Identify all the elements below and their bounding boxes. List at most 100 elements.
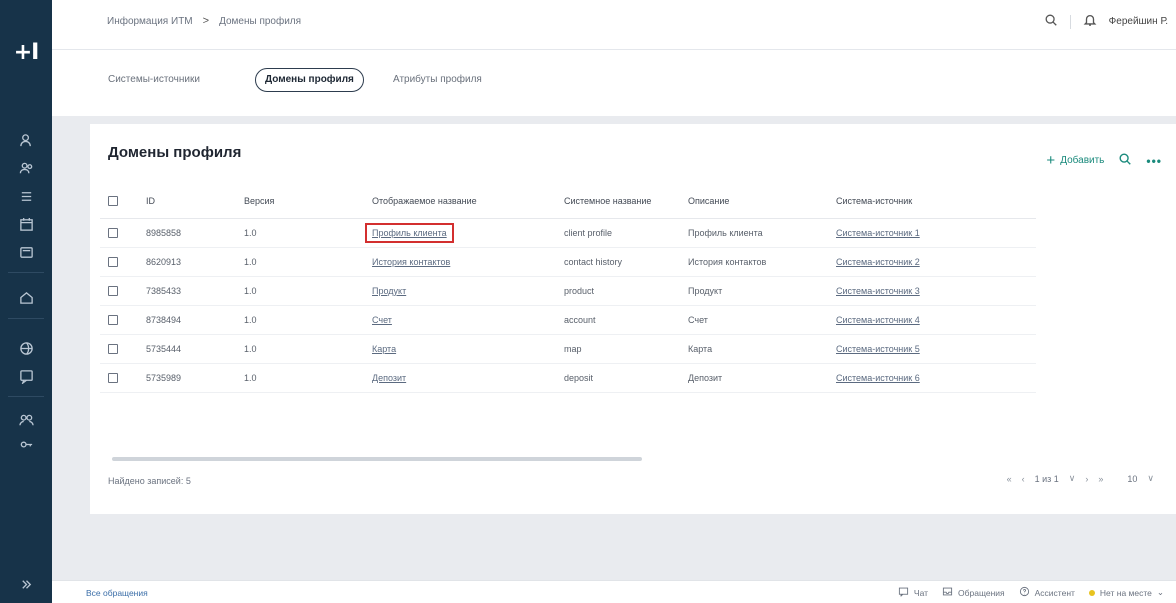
table-row[interactable]: 8620913 1.0 История контактов contact hi… xyxy=(100,247,1036,277)
source-system-link[interactable]: Система-источник 2 xyxy=(836,257,920,267)
cell-description: Карта xyxy=(688,334,836,364)
row-checkbox[interactable] xyxy=(108,372,118,383)
prev-page-button[interactable]: ‹ xyxy=(1022,474,1025,484)
pagination: « ‹ 1 из 1 ∨ › » 10 ∨ xyxy=(1007,473,1154,484)
top-bar: Информация ИТМ > Домены профиля Ферейшин… xyxy=(52,0,1176,50)
select-all-checkbox[interactable] xyxy=(108,196,118,207)
column-header-display-name[interactable]: Отображаемое название xyxy=(372,184,564,219)
chat-label: Чат xyxy=(913,587,929,598)
plus-icon: + xyxy=(1046,151,1056,169)
cell-description: Продукт xyxy=(688,276,836,306)
assistant-item[interactable]: Ассистент xyxy=(1019,586,1075,599)
row-checkbox[interactable] xyxy=(108,285,118,296)
cell-system-name: contact history xyxy=(564,247,688,277)
side-rail: +I xyxy=(0,0,52,603)
user-name[interactable]: Ферейшин Р. xyxy=(1109,16,1168,27)
chat-item[interactable]: Чат xyxy=(898,586,928,599)
tab-bar: Системы-источники Домены профиля Атрибут… xyxy=(52,50,1176,116)
cell-id: 5735989 xyxy=(146,363,244,393)
cell-version: 1.0 xyxy=(244,276,372,306)
table-row[interactable]: 7385433 1.0 Продукт product Продукт Сист… xyxy=(100,276,1036,306)
column-header-description[interactable]: Описание xyxy=(688,184,836,219)
display-name-link[interactable]: Счет xyxy=(372,315,392,325)
search-icon[interactable] xyxy=(1118,152,1132,169)
table-row[interactable]: 8738494 1.0 Счет account Счет Система-ис… xyxy=(100,305,1036,335)
row-checkbox[interactable] xyxy=(108,256,118,267)
more-icon[interactable]: ••• xyxy=(1146,154,1162,168)
source-system-link[interactable]: Система-источник 1 xyxy=(836,228,920,238)
row-checkbox[interactable] xyxy=(108,314,118,325)
cell-version: 1.0 xyxy=(244,305,372,335)
user-check-icon[interactable] xyxy=(0,128,52,152)
domains-table: ID Версия Отображаемое название Системно… xyxy=(100,184,1036,393)
bell-icon[interactable] xyxy=(1083,13,1097,30)
records-found: Найдено записей: 5 xyxy=(108,476,191,486)
expand-icon[interactable] xyxy=(0,572,52,596)
breadcrumb-item[interactable]: Информация ИТМ xyxy=(107,16,193,27)
display-name-link[interactable]: Профиль клиента xyxy=(365,222,454,243)
display-name-link[interactable]: Продукт xyxy=(372,286,406,296)
first-page-button[interactable]: « xyxy=(1007,474,1012,484)
add-button[interactable]: + Добавить xyxy=(1046,151,1105,169)
cell-description: Счет xyxy=(688,305,836,335)
source-system-link[interactable]: Система-источник 5 xyxy=(836,344,920,354)
records-found-label: Найдено записей: xyxy=(108,476,184,486)
message-icon[interactable] xyxy=(0,240,52,264)
source-system-link[interactable]: Система-источник 6 xyxy=(836,373,920,383)
column-header-version[interactable]: Версия xyxy=(244,184,372,219)
cell-system-name: map xyxy=(564,334,688,364)
cell-version: 1.0 xyxy=(244,218,372,248)
display-name-link[interactable]: История контактов xyxy=(372,257,450,267)
cell-version: 1.0 xyxy=(244,363,372,393)
chevron-down-icon[interactable]: ∨ xyxy=(1147,473,1154,484)
cell-id: 8985858 xyxy=(146,218,244,248)
table-row[interactable]: 5735989 1.0 Депозит deposit Депозит Сист… xyxy=(100,363,1036,393)
bottom-bar: Все обращения Чат Обращения Ассистент Не… xyxy=(52,580,1176,603)
list-icon[interactable] xyxy=(0,184,52,208)
users-icon[interactable] xyxy=(0,156,52,180)
source-system-link[interactable]: Система-источник 4 xyxy=(836,315,920,325)
all-requests-link[interactable]: Все обращения xyxy=(86,588,148,598)
column-header-system-name[interactable]: Системное название xyxy=(564,184,688,219)
table-row[interactable]: 8985858 1.0 Профиль клиента client profi… xyxy=(100,218,1036,248)
app-logo[interactable]: +I xyxy=(0,40,52,65)
display-name-link[interactable]: Депозит xyxy=(372,373,406,383)
chat-icon[interactable] xyxy=(0,364,52,388)
page-indicator[interactable]: 1 из 1 xyxy=(1035,474,1059,484)
last-page-button[interactable]: » xyxy=(1098,474,1103,484)
cell-system-name: product xyxy=(564,276,688,306)
requests-item[interactable]: Обращения xyxy=(942,586,1005,599)
key-icon[interactable] xyxy=(0,432,52,456)
chevron-down-icon[interactable]: ∨ xyxy=(1069,473,1076,484)
tab-profile-attributes[interactable]: Атрибуты профиля xyxy=(383,68,492,92)
help-icon xyxy=(1019,586,1030,599)
row-checkbox[interactable] xyxy=(108,343,118,354)
status-item[interactable]: Нет на месте ⌄ xyxy=(1088,587,1164,598)
records-found-count: 5 xyxy=(185,476,191,486)
home-icon[interactable] xyxy=(0,285,52,309)
display-name-link[interactable]: Карта xyxy=(372,344,396,354)
column-header-source-system[interactable]: Система-источник xyxy=(836,184,1036,219)
cell-system-name: account xyxy=(564,305,688,335)
next-page-button[interactable]: › xyxy=(1085,474,1088,484)
cell-id: 8620913 xyxy=(146,247,244,277)
status-dot-icon xyxy=(1088,589,1095,596)
horizontal-scrollbar[interactable] xyxy=(112,457,642,461)
per-page-select[interactable]: 10 xyxy=(1127,474,1137,484)
source-system-link[interactable]: Система-источник 3 xyxy=(836,286,920,296)
search-icon[interactable] xyxy=(1044,13,1058,30)
cell-id: 5735444 xyxy=(146,334,244,364)
status-label: Нет на месте xyxy=(1099,587,1152,598)
tab-profile-domains[interactable]: Домены профиля xyxy=(255,68,364,92)
table-row[interactable]: 5735444 1.0 Карта map Карта Система-исто… xyxy=(100,334,1036,364)
add-button-label: Добавить xyxy=(1060,155,1105,166)
calendar-icon[interactable] xyxy=(0,212,52,236)
inbox-icon xyxy=(942,586,953,599)
globe-icon[interactable] xyxy=(0,336,52,360)
cell-version: 1.0 xyxy=(244,334,372,364)
column-header-id[interactable]: ID xyxy=(146,184,244,219)
team-icon[interactable] xyxy=(0,408,52,432)
chat-icon xyxy=(898,586,909,599)
row-checkbox[interactable] xyxy=(108,227,118,238)
tab-source-systems[interactable]: Системы-источники xyxy=(98,68,210,92)
